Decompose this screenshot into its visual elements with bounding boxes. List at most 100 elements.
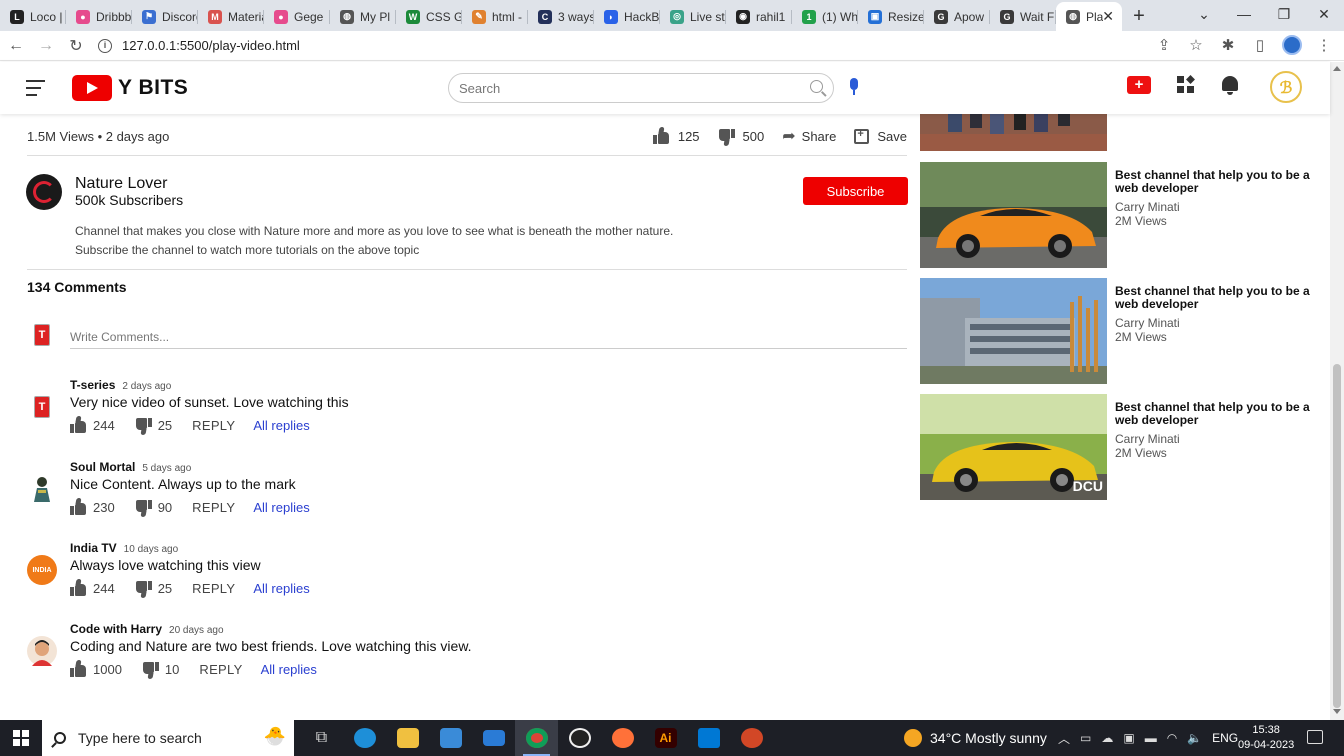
wifi-icon[interactable]: ◠: [1167, 731, 1177, 745]
comment-avatar[interactable]: [27, 636, 57, 666]
notifications-bell-icon[interactable]: [1221, 76, 1239, 96]
channel-name[interactable]: Nature Lover: [75, 175, 168, 193]
task-view-icon[interactable]: ⧉: [300, 720, 343, 756]
video-thumbnail[interactable]: DCU: [920, 394, 1107, 500]
onedrive-icon[interactable]: ☁: [1101, 731, 1113, 745]
start-button[interactable]: [0, 720, 42, 756]
close-tab-icon[interactable]: ✕: [1102, 8, 1114, 25]
sidebar-video-item[interactable]: DCU Best channel that help you to be a we…: [920, 394, 1320, 500]
thumbs-up-icon[interactable]: [70, 498, 87, 515]
browser-tab[interactable]: L Loco |: [0, 2, 66, 31]
edge-icon[interactable]: [343, 720, 386, 756]
url-field[interactable]: i 127.0.0.1:5500/play-video.html: [98, 38, 300, 53]
menu-icon[interactable]: [26, 80, 45, 101]
search-input[interactable]: [459, 74, 789, 102]
minimize-button[interactable]: —: [1224, 0, 1264, 28]
browser-tab[interactable]: ● Gege: [264, 2, 330, 31]
close-window-button[interactable]: ✕: [1304, 0, 1344, 28]
sidebar-video-item[interactable]: Best channel that help you to be a web d…: [920, 278, 1320, 384]
thumbs-up-icon[interactable]: [70, 579, 87, 596]
display-icon[interactable]: ▣: [1123, 731, 1134, 745]
search-icon[interactable]: [810, 80, 823, 93]
tab-search-icon[interactable]: ⌄: [1184, 0, 1224, 28]
browser-tab[interactable]: ◎ Live st: [660, 2, 726, 31]
comment-author[interactable]: Code with Harry: [70, 622, 162, 636]
firefox-icon[interactable]: [601, 720, 644, 756]
clock[interactable]: 15:38 09-04-2023: [1238, 723, 1294, 753]
reload-icon[interactable]: ↻: [62, 36, 90, 56]
vscode-icon[interactable]: [687, 720, 730, 756]
scroll-down-arrow-icon[interactable]: [1333, 709, 1341, 714]
weather-widget[interactable]: 34°C Mostly sunny: [904, 720, 1047, 756]
back-icon[interactable]: ←: [2, 37, 30, 55]
mail-icon[interactable]: [472, 720, 515, 756]
language-indicator[interactable]: ENG: [1212, 731, 1238, 745]
reply-button[interactable]: REPLY: [192, 581, 235, 596]
brand-logo[interactable]: Y BITS: [72, 75, 188, 101]
side-panel-icon[interactable]: ▯: [1250, 36, 1270, 54]
browser-tab[interactable]: G Wait F: [990, 2, 1056, 31]
browser-tab[interactable]: W CSS G: [396, 2, 462, 31]
sidebar-video-title[interactable]: Best channel that help you to be a web d…: [1115, 285, 1315, 311]
browser-tab[interactable]: ⚑ Discord: [132, 2, 198, 31]
device-icon[interactable]: ▭: [1080, 731, 1091, 745]
profile-avatar[interactable]: [1282, 35, 1302, 55]
thumbs-down-icon[interactable]: [135, 418, 152, 435]
page-scrollbar[interactable]: [1330, 62, 1344, 720]
save-button[interactable]: Save: [854, 128, 907, 144]
illustrator-icon[interactable]: Ai: [644, 720, 687, 756]
browser-tab[interactable]: ◉ rahil1: [726, 2, 792, 31]
show-hidden-icons-icon[interactable]: ︿: [1058, 730, 1070, 747]
extensions-icon[interactable]: ✱: [1218, 36, 1238, 54]
dislike-button[interactable]: 500: [718, 129, 764, 146]
browser-tab[interactable]: ◍ My Pl: [330, 2, 396, 31]
browser-tab[interactable]: 1 (1) Wh: [792, 2, 858, 31]
thumbs-down-icon[interactable]: [135, 500, 152, 517]
microsoft-store-icon[interactable]: [429, 720, 472, 756]
bookmark-star-icon[interactable]: ☆: [1186, 36, 1206, 54]
browser-tab[interactable]: ● Dribbble: [66, 2, 132, 31]
chrome-icon[interactable]: [515, 720, 558, 756]
comment-input[interactable]: [70, 330, 907, 349]
taskbar-search[interactable]: Type here to search 🐣: [42, 720, 294, 756]
scrollbar-thumb[interactable]: [1333, 364, 1341, 708]
share-button[interactable]: ➦ Share: [782, 126, 836, 146]
thumbs-up-icon[interactable]: [70, 416, 87, 433]
comment-author[interactable]: T-series: [70, 378, 115, 392]
user-avatar[interactable]: ℬ: [1270, 71, 1302, 103]
browser-tab[interactable]: M Material: [198, 2, 264, 31]
forward-icon[interactable]: →: [32, 37, 60, 55]
sidebar-channel-name[interactable]: Carry Minati: [1115, 200, 1180, 214]
comment-avatar[interactable]: [27, 474, 57, 504]
reply-button[interactable]: REPLY: [192, 500, 235, 515]
new-tab-button[interactable]: +: [1122, 2, 1156, 31]
site-info-icon[interactable]: i: [98, 38, 112, 53]
comment-author[interactable]: India TV: [70, 541, 117, 555]
thumbs-down-icon[interactable]: [135, 581, 152, 598]
browser-tab[interactable]: ◍ Pla ✕: [1056, 2, 1122, 31]
browser-tab[interactable]: ▣ Resize: [858, 2, 924, 31]
share-page-icon[interactable]: ⇪: [1154, 36, 1174, 54]
sidebar-channel-name[interactable]: Carry Minati: [1115, 316, 1180, 330]
channel-avatar[interactable]: [26, 174, 62, 210]
sidebar-video-item[interactable]: Best channel that help you to be a web d…: [920, 162, 1320, 268]
browser-tab[interactable]: ✎ html -: [462, 2, 528, 31]
browser-menu-icon[interactable]: ⋮: [1314, 36, 1334, 54]
sidebar-video-title[interactable]: Best channel that help you to be a web d…: [1115, 169, 1315, 195]
all-replies-link[interactable]: All replies: [261, 662, 317, 677]
sidebar-channel-name[interactable]: Carry Minati: [1115, 432, 1180, 446]
mic-icon[interactable]: [847, 78, 861, 98]
browser-tab[interactable]: G Apow: [924, 2, 990, 31]
all-replies-link[interactable]: All replies: [253, 418, 309, 433]
reply-button[interactable]: REPLY: [192, 418, 235, 433]
subscribe-button[interactable]: Subscribe: [803, 177, 908, 205]
thumbs-up-icon[interactable]: [70, 660, 87, 677]
upload-video-icon[interactable]: +: [1127, 76, 1151, 94]
browser-tab[interactable]: C 3 ways: [528, 2, 594, 31]
scroll-up-arrow-icon[interactable]: [1333, 66, 1341, 71]
thumbs-down-icon[interactable]: [142, 662, 159, 679]
notification-center-icon[interactable]: [1307, 730, 1323, 744]
sidebar-video-title[interactable]: Best channel that help you to be a web d…: [1115, 401, 1315, 427]
like-button[interactable]: 125: [652, 126, 700, 144]
comment-avatar[interactable]: INDIA: [27, 555, 57, 585]
